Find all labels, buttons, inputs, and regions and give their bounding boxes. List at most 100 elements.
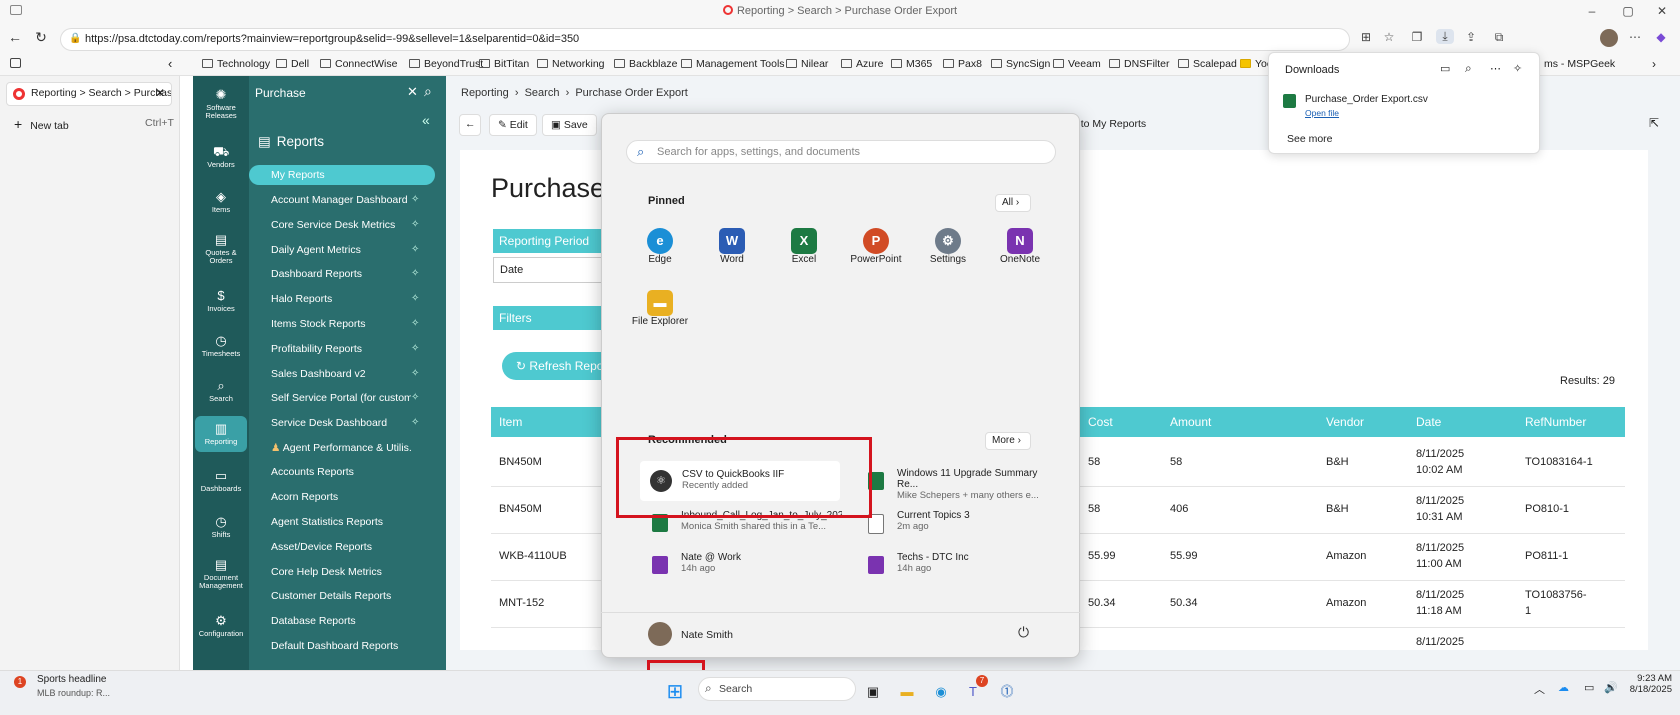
recommended-item[interactable]: Windows 11 Upgrade Summary Re... Mike Sch… xyxy=(868,468,1058,501)
panel-search-icon[interactable]: ⌕ xyxy=(424,83,432,100)
extensions-icon[interactable]: ⧉ xyxy=(1490,30,1508,45)
back-button[interactable]: ← xyxy=(459,114,481,136)
pinned-app-settings[interactable]: ⚙ Settings xyxy=(913,228,983,265)
address-bar[interactable]: 🔒 https://psa.dtctoday.com/reports?mainvi… xyxy=(60,28,1350,51)
bookmark-13[interactable]: Veeam xyxy=(1053,58,1101,70)
bookmark-6[interactable]: Backblaze xyxy=(614,58,677,70)
profile-avatar[interactable] xyxy=(1600,29,1618,47)
pin-icon[interactable]: ✧ xyxy=(411,268,419,279)
panel-item[interactable]: Halo Reports xyxy=(271,293,411,305)
bookmark-5[interactable]: Networking xyxy=(537,58,605,70)
refresh-report-button[interactable]: ↻ Refresh Repo xyxy=(502,352,602,380)
clock[interactable]: 9:23 AM 8/18/2025 xyxy=(1620,673,1672,695)
copilot-icon[interactable]: ◆ xyxy=(1652,30,1670,44)
see-more-link[interactable]: See more xyxy=(1287,133,1333,145)
bookmark-17[interactable]: ms - MSPGeek xyxy=(1544,58,1615,70)
save-button[interactable]: ▣ Save xyxy=(542,114,597,136)
bookmark-11[interactable]: Pax8 xyxy=(943,58,982,70)
panel-item[interactable]: Account Manager Dashboard ... xyxy=(271,194,411,206)
panel-item[interactable]: Asset/Device Reports xyxy=(271,541,411,553)
panel-item[interactable]: Core Help Desk Metrics xyxy=(271,566,411,578)
pin-icon[interactable]: ✧ xyxy=(411,343,419,354)
sidebar-item-quotes-orders[interactable]: ▤ Quotes & Orders xyxy=(193,233,249,265)
sidebar-item-invoices[interactable]: $ Invoices xyxy=(193,289,249,313)
bookmark-4[interactable]: BitTitan xyxy=(479,58,529,70)
windows-start-icon[interactable]: ⊞ xyxy=(664,681,686,703)
panel-item[interactable]: Database Reports xyxy=(271,615,411,627)
user-avatar[interactable] xyxy=(648,622,672,646)
pinned-app-powerpoint[interactable]: P PowerPoint xyxy=(841,228,911,265)
close-panel-icon[interactable]: ✕ xyxy=(407,84,418,100)
recommended-item[interactable]: Nate @ Work 14h ago xyxy=(652,552,842,574)
column-header[interactable]: RefNumber xyxy=(1525,415,1586,429)
open-file-link[interactable]: Open file xyxy=(1305,108,1339,118)
open-external-icon[interactable]: ⇱ xyxy=(1649,116,1659,130)
recommended-item[interactable]: Current Topics 3 2m ago xyxy=(868,510,1058,534)
column-header[interactable]: Amount xyxy=(1170,415,1211,429)
bookmark-14[interactable]: DNSFilter xyxy=(1109,58,1170,70)
back-icon[interactable]: ← xyxy=(6,29,24,45)
search-icon[interactable]: ⌕ xyxy=(1465,61,1472,76)
date-select[interactable]: Date xyxy=(493,257,603,283)
bookmark-7[interactable]: Management Tools xyxy=(681,58,785,70)
more-icon[interactable]: ⋯ xyxy=(1626,30,1644,44)
bookmark-9[interactable]: Azure xyxy=(841,58,883,70)
bookmark-0[interactable]: Technology xyxy=(202,58,270,70)
sidebar-item-reporting[interactable]: ▥ Reporting xyxy=(195,416,247,452)
bookmark-12[interactable]: SyncSign xyxy=(991,58,1050,70)
bookmark-15[interactable]: Scalepad xyxy=(1178,58,1237,70)
sidebar-item-configuration[interactable]: ⚙ Configuration xyxy=(193,614,249,638)
collapse-tabs-icon[interactable]: ‹ xyxy=(168,56,172,71)
panel-item-my-reports[interactable]: My Reports xyxy=(249,165,435,185)
column-header[interactable]: Date xyxy=(1416,415,1441,429)
volume-icon[interactable]: 🔊 xyxy=(1604,681,1618,694)
panel-item[interactable]: Sales Dashboard v2 xyxy=(271,368,411,380)
open-folder-icon[interactable]: ▭ xyxy=(1440,62,1450,75)
apps-icon[interactable]: ⊞ xyxy=(1357,30,1375,44)
bookmark-2[interactable]: ConnectWise xyxy=(320,58,397,70)
sidebar-item-document-management[interactable]: ▤ Document Management xyxy=(193,558,249,590)
panel-item[interactable]: Core Service Desk Metrics xyxy=(271,219,411,231)
tray-chevron-icon[interactable]: ︿ xyxy=(1534,681,1545,697)
pin-icon[interactable]: ✧ xyxy=(1513,62,1522,75)
bookmark-1[interactable]: Dell xyxy=(276,58,309,70)
password-manager-icon[interactable]: ⓵ xyxy=(996,681,1018,703)
panel-item[interactable]: Accounts Reports xyxy=(271,466,411,478)
sidebar-item-shifts[interactable]: ◷ Shifts xyxy=(193,515,249,539)
panel-item[interactable]: Service Desk Dashboard xyxy=(271,417,411,429)
maximize-button[interactable]: ▢ xyxy=(1618,4,1638,18)
download-icon[interactable]: ⤓ xyxy=(1436,29,1454,44)
panel-item[interactable]: Default Dashboard Reports xyxy=(271,640,411,652)
close-window-button[interactable]: ✕ xyxy=(1652,4,1672,18)
download-file-name[interactable]: Purchase_Order Export.csv xyxy=(1305,94,1428,105)
more-button[interactable]: More › xyxy=(985,432,1031,450)
bookmark-10[interactable]: M365 xyxy=(891,58,932,70)
panel-item[interactable]: Agent Statistics Reports xyxy=(271,516,411,528)
refresh-icon[interactable]: ↻ xyxy=(32,29,50,46)
sidebar-item-dashboards[interactable]: ▭ Dashboards xyxy=(193,469,249,493)
start-search-input[interactable]: ⌕ Search for apps, settings, and document… xyxy=(626,140,1056,164)
sidebar-item-search[interactable]: ⌕ Search xyxy=(193,379,249,403)
sidebar-toggle-icon[interactable] xyxy=(10,58,21,68)
bookmarks-more-icon[interactable]: › xyxy=(1652,57,1656,71)
panel-item[interactable]: Profitability Reports xyxy=(271,343,411,355)
panel-item[interactable]: Customer Details Reports xyxy=(271,590,411,602)
taskbar-search[interactable]: ⌕ Search xyxy=(698,677,856,701)
edit-button[interactable]: ✎ Edit xyxy=(489,114,537,136)
sidebar-item-vendors[interactable]: ⛟ Vendors xyxy=(193,145,249,169)
all-apps-button[interactable]: All › xyxy=(995,194,1031,212)
more-icon[interactable]: ⋯ xyxy=(1490,62,1501,75)
collections-icon[interactable]: ❐ xyxy=(1408,30,1426,44)
recommended-item[interactable]: Techs - DTC Inc 14h ago xyxy=(868,552,1058,574)
column-header[interactable]: Cost xyxy=(1088,415,1113,429)
pinned-app-onenote[interactable]: N OneNote xyxy=(985,228,1055,265)
panel-item[interactable]: Acorn Reports xyxy=(271,491,411,503)
pinned-app-excel[interactable]: X Excel xyxy=(769,228,839,265)
pin-icon[interactable]: ✧ xyxy=(411,318,419,329)
pinned-app-file-explorer[interactable]: ▬ File Explorer xyxy=(625,290,695,327)
breadcrumb-item[interactable]: Search xyxy=(525,87,560,99)
onedrive-icon[interactable]: ☁ xyxy=(1558,681,1569,694)
breadcrumb-item[interactable]: Reporting xyxy=(461,87,509,99)
file-explorer-icon[interactable]: ▬ xyxy=(896,681,918,703)
pin-icon[interactable]: ✧ xyxy=(411,244,419,255)
